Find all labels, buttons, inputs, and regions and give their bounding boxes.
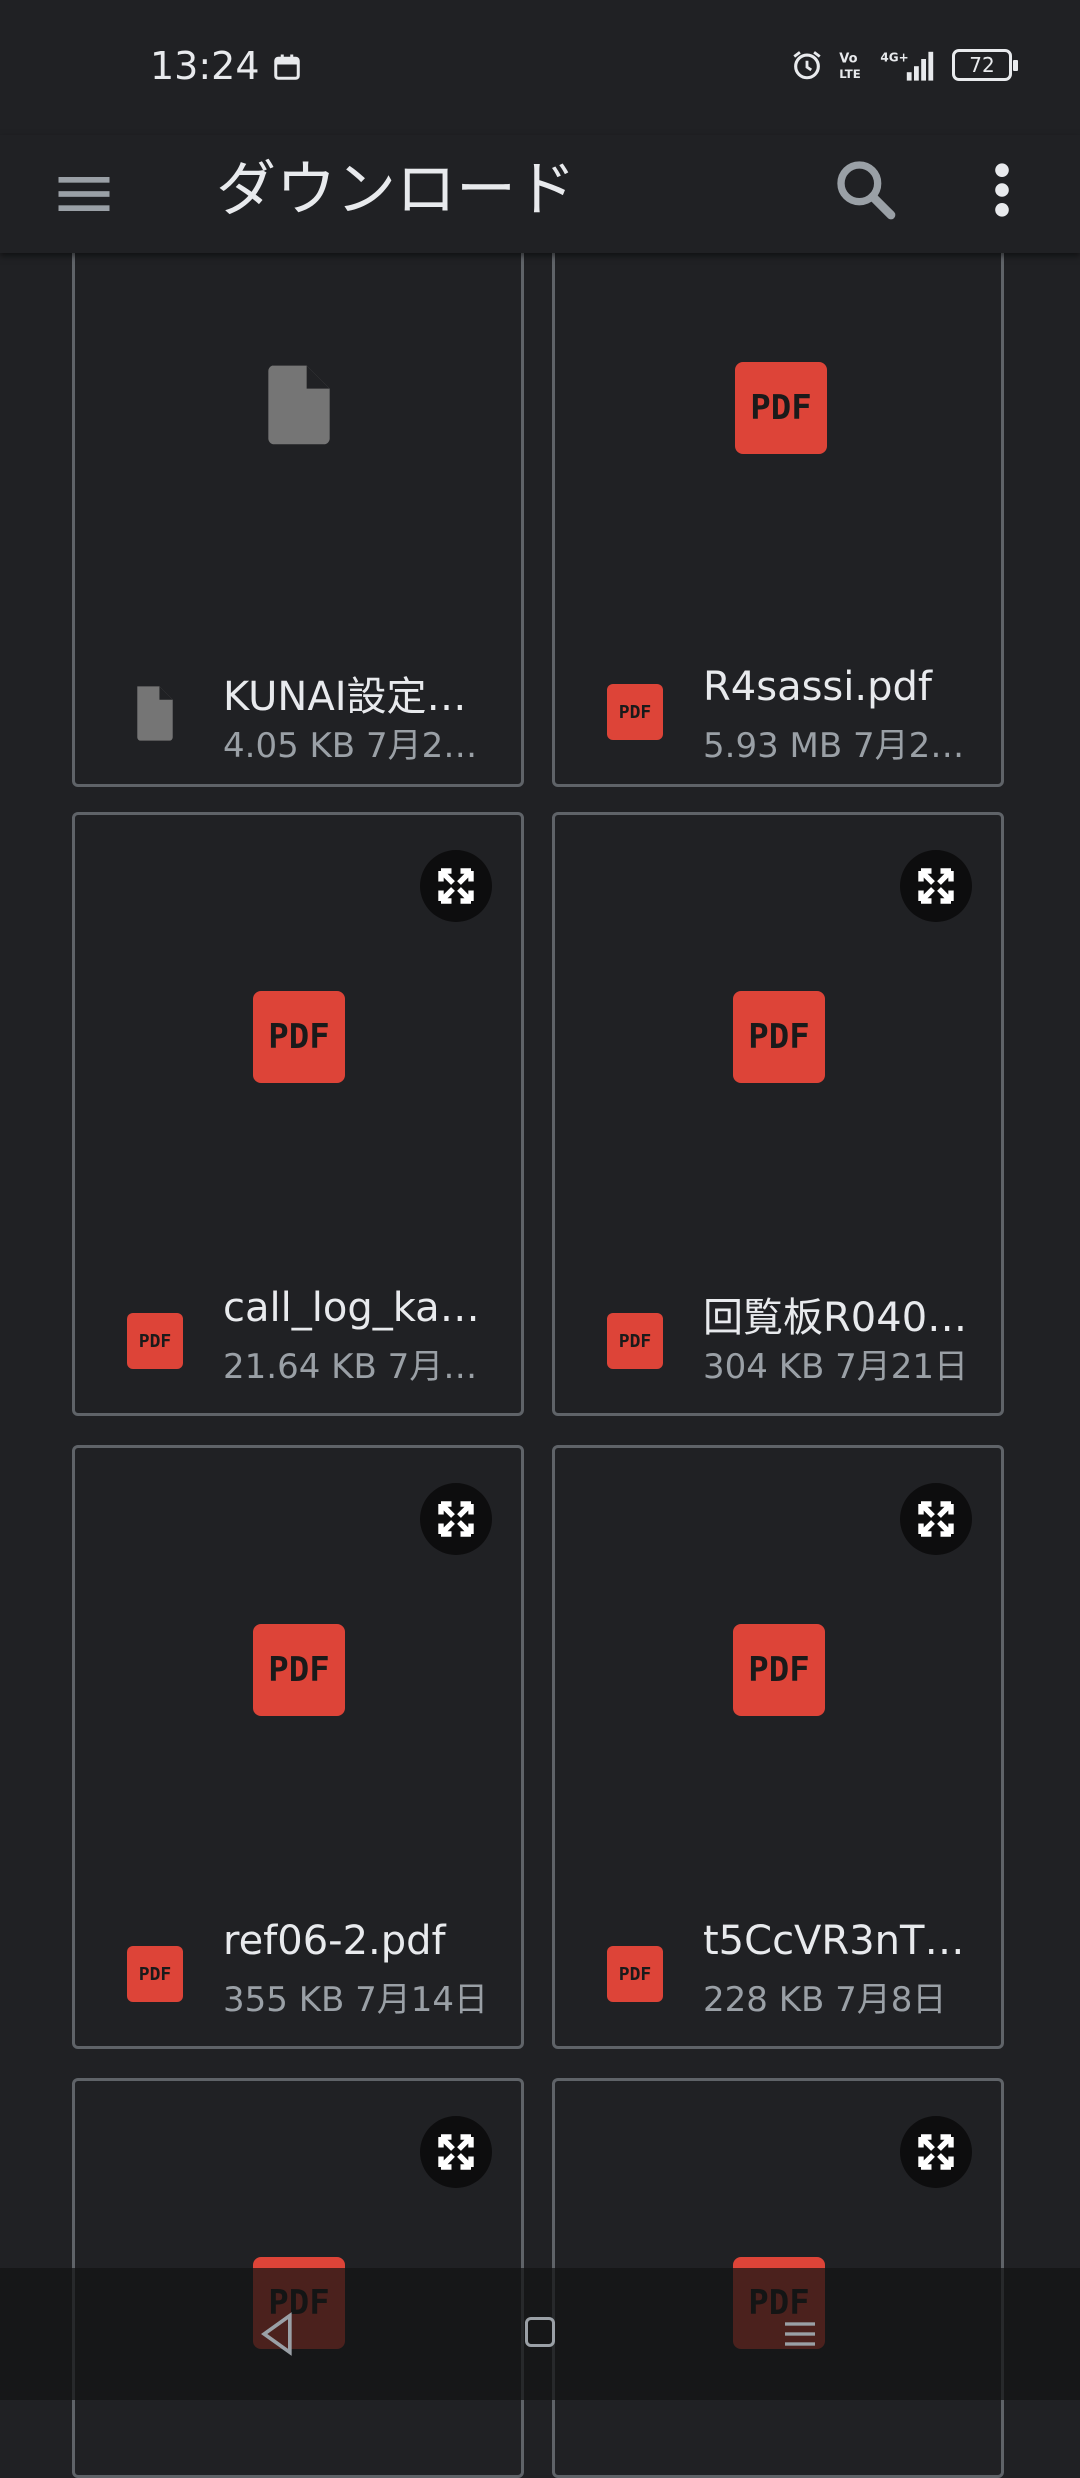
recents-icon[interactable] xyxy=(780,2314,820,2354)
file-card[interactable]: PDF PDF t5CcVR3nTz… 228 KB 7月8日 xyxy=(552,1445,1004,2049)
pdf-icon: PDF xyxy=(607,1313,663,1369)
app-bar: ダウンロード xyxy=(0,135,1080,253)
file-name: ref06-2.pdf xyxy=(223,1918,446,1964)
back-icon[interactable] xyxy=(255,2310,299,2358)
menu-icon[interactable] xyxy=(50,160,118,228)
file-card[interactable]: PDF PDF call_log_kak… 21.64 KB 7月2… xyxy=(72,812,524,1416)
expand-icon[interactable] xyxy=(900,850,972,922)
pdf-icon: PDF xyxy=(733,991,825,1083)
file-name: KUNAI設定… xyxy=(223,674,467,720)
calendar-icon xyxy=(274,54,300,80)
expand-icon[interactable] xyxy=(420,2116,492,2188)
generic-file-icon xyxy=(137,686,173,741)
svg-text:LTE: LTE xyxy=(839,67,860,81)
svg-text:4G+: 4G+ xyxy=(880,50,908,64)
alarm-icon xyxy=(793,51,821,80)
home-icon[interactable] xyxy=(522,2314,558,2350)
expand-icon[interactable] xyxy=(900,2116,972,2188)
file-name: 回覧板R040… xyxy=(703,1295,968,1341)
file-name: t5CcVR3nTz… xyxy=(703,1918,973,1964)
status-bar: 13:24 Vo LTE 4G+ 72 xyxy=(0,0,1080,135)
file-meta: 228 KB 7月8日 xyxy=(703,1980,947,2020)
pdf-icon: PDF xyxy=(733,1624,825,1716)
pdf-icon: PDF xyxy=(253,991,345,1083)
expand-icon[interactable] xyxy=(900,1483,972,1555)
page-title: ダウンロード xyxy=(216,155,576,225)
file-meta: 304 KB 7月21日 xyxy=(703,1347,969,1387)
file-grid: KUNAI設定… 4.05 KB 7月28日 PDF PDF R4sassi.p… xyxy=(0,0,1080,2478)
pdf-icon: PDF xyxy=(253,1624,345,1716)
file-name: call_log_kak… xyxy=(223,1285,493,1331)
file-card[interactable]: PDF PDF ref06-2.pdf 355 KB 7月14日 xyxy=(72,1445,524,2049)
pdf-icon: PDF xyxy=(607,1946,663,2002)
status-icons: Vo LTE 4G+ 72 xyxy=(790,48,1018,82)
expand-icon[interactable] xyxy=(420,850,492,922)
file-card[interactable]: PDF PDF 回覧板R040… 304 KB 7月21日 xyxy=(552,812,1004,1416)
file-meta: 4.05 KB 7月28日 xyxy=(223,726,493,766)
volte-icon: Vo LTE xyxy=(839,51,860,81)
pdf-icon: PDF xyxy=(127,1313,183,1369)
4g-signal-icon: 4G+ xyxy=(880,50,934,81)
more-vert-icon[interactable] xyxy=(968,150,1036,230)
file-name: R4sassi.pdf xyxy=(703,664,932,710)
file-card[interactable]: KUNAI設定… 4.05 KB 7月28日 xyxy=(72,128,524,787)
file-meta: 21.64 KB 7月2… xyxy=(223,1347,493,1387)
pdf-icon: PDF xyxy=(127,1946,183,2002)
file-meta: 5.93 MB 7月24… xyxy=(703,726,973,766)
battery-icon: 72 xyxy=(952,49,1018,81)
pdf-icon: PDF xyxy=(735,362,827,454)
pdf-icon: PDF xyxy=(607,684,663,740)
generic-file-icon xyxy=(268,365,330,445)
search-icon[interactable] xyxy=(826,150,906,230)
status-time: 13:24 xyxy=(150,44,260,88)
svg-text:Vo: Vo xyxy=(839,51,857,66)
file-meta: 355 KB 7月14日 xyxy=(223,1980,489,2020)
navigation-bar xyxy=(0,2268,1080,2400)
file-card[interactable]: PDF PDF R4sassi.pdf 5.93 MB 7月24… xyxy=(552,183,1004,787)
expand-icon[interactable] xyxy=(420,1483,492,1555)
